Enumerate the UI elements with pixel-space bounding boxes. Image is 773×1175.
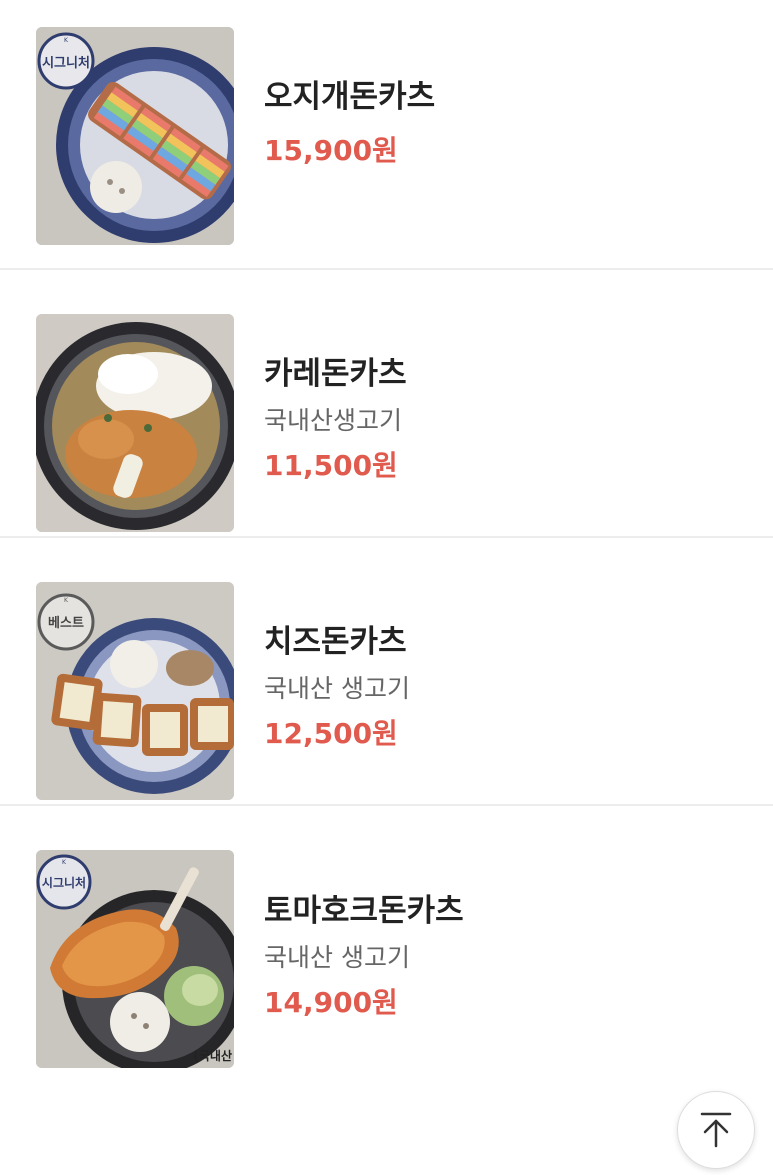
stamp-label: 시그니처 [42, 875, 86, 890]
menu-item-name: 카레돈카츠 [264, 356, 407, 392]
menu-item-price: 15,900원 [264, 134, 398, 167]
menu-item[interactable]: K 베스트 치즈돈카츠 국내산 생고기 12,500원 [0, 538, 773, 806]
menu-item[interactable]: K 시그니처 (국내산 토마호크돈카츠 국내산 생고기 14,900원 [0, 806, 773, 1074]
menu-item-photo[interactable]: K 시그니처 (국내산 [36, 850, 234, 1068]
photo-caption: (국내산 [193, 1048, 232, 1063]
menu-item-info: 치즈돈카츠 국내산 생고기 12,500원 [264, 622, 410, 752]
menu-item-description: 국내산 생고기 [264, 674, 410, 703]
menu-item-info: 오지개돈카츠 15,900원 [264, 77, 435, 169]
curry-cutlet-photo [36, 314, 234, 532]
menu-item-photo[interactable] [36, 314, 234, 532]
menu-item-name: 치즈돈카츠 [264, 624, 407, 660]
stamp-label: 시그니처 [42, 55, 90, 71]
menu-item-description: 국내산 생고기 [264, 943, 410, 972]
menu-item-info: 카레돈카츠 국내산생고기 11,500원 [264, 354, 407, 484]
menu-item-price: 12,500원 [264, 717, 398, 750]
menu-item-name: 토마호크돈카츠 [264, 893, 464, 929]
rainbow-cutlet-photo: K 시그니처 [36, 27, 234, 245]
menu-item-name: 오지개돈카츠 [264, 79, 436, 115]
cheese-cutlet-photo: K 베스트 [36, 582, 234, 800]
menu-item[interactable]: 카레돈카츠 국내산생고기 11,500원 [0, 270, 773, 538]
tomahawk-cutlet-photo: K 시그니처 (국내산 [36, 850, 234, 1068]
menu-item-photo[interactable]: K 베스트 [36, 582, 234, 800]
menu-item-info: 토마호크돈카츠 국내산 생고기 14,900원 [264, 891, 464, 1021]
menu-item-photo[interactable]: K 시그니처 [36, 27, 234, 245]
menu-item[interactable]: K 시그니처 오지개돈카츠 15,900원 [0, 0, 773, 270]
scroll-to-top-button[interactable] [677, 1091, 755, 1169]
menu-item-description: 국내산생고기 [264, 406, 403, 435]
stamp-label: 베스트 [48, 616, 84, 631]
menu-list: K 시그니처 오지개돈카츠 15,900원 카레돈카츠 국내산생고기 11,50… [0, 0, 773, 1074]
arrow-up-to-line-icon [700, 1112, 732, 1148]
menu-item-price: 11,500원 [264, 449, 398, 482]
menu-item-price: 14,900원 [264, 986, 398, 1019]
